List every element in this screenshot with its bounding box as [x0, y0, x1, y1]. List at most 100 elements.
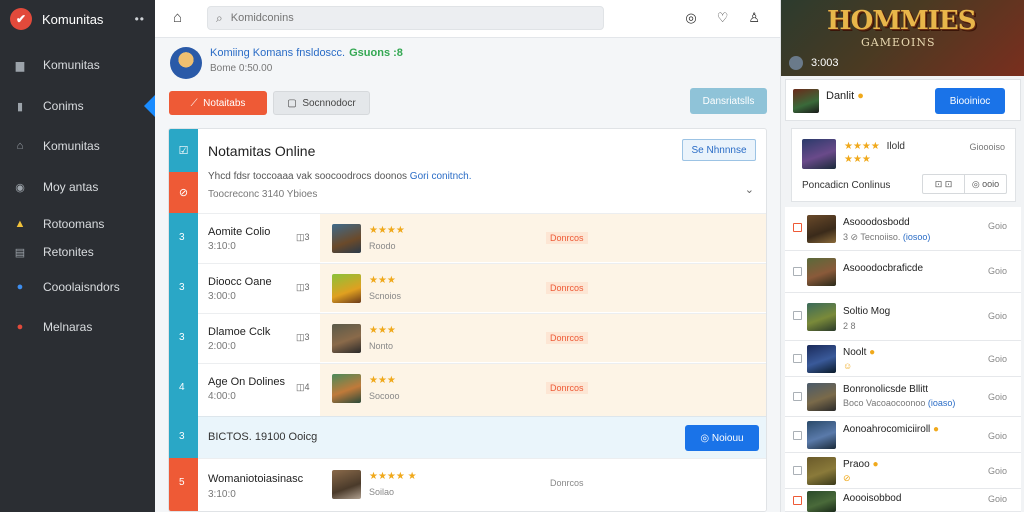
- list-item[interactable]: Bonronolicsde Bllitt Boco Vacoaocoonoo (…: [785, 377, 1021, 417]
- game-thumbnail: [807, 457, 836, 485]
- game-thumbnail[interactable]: [332, 274, 361, 303]
- description-link[interactable]: Gori conitnch.: [410, 171, 472, 182]
- list-sub: ⊘: [843, 473, 851, 483]
- list-checkbox[interactable]: [793, 267, 802, 276]
- featured-button[interactable]: Biooinioc: [935, 88, 1005, 114]
- user-icon[interactable]: ♙: [748, 10, 760, 26]
- summary-button[interactable]: ◎ Noiouu: [685, 425, 759, 451]
- list-sub-text: 2 8: [843, 321, 856, 331]
- row-tag: Donrcos: [546, 332, 588, 344]
- home-icon[interactable]: ⌂: [173, 9, 182, 26]
- sidebar-item-label: Melnaras: [43, 320, 93, 334]
- brand-title: Komunitas: [42, 11, 104, 27]
- sidebar-brand[interactable]: ✔ Komunitas ••: [0, 0, 155, 38]
- sidebar-item-conims[interactable]: ▮ Conims: [0, 92, 156, 120]
- list-checkbox[interactable]: [793, 392, 802, 401]
- table-row[interactable]: 3 Dioocc Oane 3:00:0 ◫3 ★★★ Scnoios Donr…: [179, 263, 766, 312]
- row-tag: Donrcos: [546, 232, 588, 244]
- list-sub-link[interactable]: (iosoo): [903, 232, 931, 242]
- game-thumbnail[interactable]: [332, 324, 361, 353]
- sidebar-item-komunitas-2[interactable]: ⌂ Komunitas: [0, 132, 155, 160]
- list-name: Asooodosbodd: [843, 217, 910, 228]
- list-item[interactable]: Aoooisobbod Goio: [785, 489, 1021, 512]
- list-item[interactable]: Aonoahrocomiciiroll ● Goio: [785, 417, 1021, 453]
- table-row[interactable]: 5 Womaniotoiasinasc 3:10:0 ★★★★ ★ Soilao…: [179, 458, 766, 511]
- sidebar-item-moy-antas[interactable]: ◉ Moy antas: [0, 173, 155, 201]
- rating-stars: ★★★★ Ilold: [844, 141, 905, 152]
- checkbox-icon[interactable]: ☑: [169, 129, 198, 172]
- block-icon[interactable]: ⊘: [169, 172, 198, 213]
- coin-icon: ●: [869, 347, 876, 358]
- list-checkbox[interactable]: [793, 311, 802, 320]
- control-right[interactable]: ◎ ooio: [964, 175, 1006, 193]
- list-item[interactable]: Asooodocbraficde Goio: [785, 251, 1021, 293]
- row-id: 3:10:0: [208, 489, 236, 500]
- more-icon[interactable]: ••: [135, 12, 145, 26]
- table-row[interactable]: 3 Dlamoe Cclk 2:00:0 ◫3 ★★★ Nonto Donrco…: [179, 313, 766, 362]
- table-row[interactable]: 3 Aomite Colio 3:10:0 ◫3 ★★★★ Roodo Donr…: [179, 213, 766, 262]
- list-checkbox[interactable]: [793, 496, 802, 505]
- list-checkbox[interactable]: [793, 223, 802, 232]
- sidebar-item-label: Komunitas: [43, 58, 100, 72]
- profile-name[interactable]: Komiing Komans fnsldoscc.: [210, 47, 345, 59]
- sidebar-item-melnaras[interactable]: ● Melnaras: [0, 313, 155, 341]
- search-box[interactable]: ⌕: [207, 6, 604, 30]
- game-thumbnail[interactable]: [332, 224, 361, 253]
- sidebar-item-cooolaisndors[interactable]: ● Cooolaisndors: [0, 273, 155, 301]
- search-icon: ⌕: [216, 10, 223, 25]
- detail-control[interactable]: ⊡ ⊡ ◎ ooio: [922, 174, 1007, 194]
- list-sub-link[interactable]: (ioaso): [928, 398, 956, 408]
- list-item[interactable]: Soltio Mog 2 8 Goio: [785, 293, 1021, 341]
- list-item[interactable]: Asooodosbodd 3 ⊘ Tecnoiiso. (iosoo) Goio: [785, 207, 1021, 251]
- camera-icon[interactable]: ◎: [685, 10, 696, 26]
- right-action-button[interactable]: Dansriatslls: [690, 88, 767, 114]
- primary-action-button[interactable]: ⟋ Notaitabs: [169, 91, 267, 115]
- secondary-action-button[interactable]: ▢ Socnnodocr: [273, 91, 370, 115]
- avatar[interactable]: [170, 47, 202, 79]
- record-icon: ●: [16, 321, 24, 333]
- row-id: 2:00:0: [208, 341, 236, 352]
- brand-logo-icon: ✔: [10, 8, 32, 30]
- list-right: Goio: [987, 354, 1007, 364]
- row-side: ◫3: [296, 332, 310, 342]
- card-action-button[interactable]: Se Nhnnnse: [682, 139, 756, 161]
- search-input[interactable]: [230, 12, 571, 24]
- list-name: Soltio Mog: [843, 306, 891, 317]
- featured-card: Danlit ● Biooinioc: [785, 79, 1021, 121]
- list-item[interactable]: Praoo ● ⊘ Goio: [785, 453, 1021, 489]
- list-name: Asooodocbraficde: [843, 263, 924, 274]
- featured-title-text: Danlit: [826, 90, 855, 102]
- row-tag: Donrcos: [550, 478, 584, 488]
- sidebar-item-label: Rotoomans: [43, 217, 105, 231]
- heart-icon[interactable]: ♡: [717, 10, 729, 26]
- control-left[interactable]: ⊡ ⊡: [923, 175, 964, 193]
- sidebar-item-retonites[interactable]: ▤ Retonites: [0, 238, 155, 266]
- game-thumbnail[interactable]: [802, 139, 836, 169]
- row-side: ◫3: [296, 232, 310, 242]
- list-right: Goio: [987, 266, 1007, 276]
- game-thumbnail[interactable]: [332, 470, 361, 499]
- row-sub: Roodo: [369, 241, 396, 251]
- list-right: Goio: [987, 311, 1007, 321]
- sidebar-item-rotoomans[interactable]: ▲ Rotoomans: [0, 210, 155, 238]
- list-checkbox[interactable]: [793, 431, 802, 440]
- row-sub: Socooo: [369, 391, 400, 401]
- game-thumbnail[interactable]: [793, 89, 819, 113]
- list-name-text: Praoo: [843, 459, 870, 470]
- sidebar-item-label: Conims: [43, 99, 84, 113]
- chevron-down-icon[interactable]: ⌄: [745, 183, 754, 196]
- list-name: Aoooisobbod: [843, 493, 902, 504]
- row-name: Dlamoe Cclk: [208, 326, 271, 338]
- list-checkbox[interactable]: [793, 354, 802, 363]
- row-number: 3: [179, 282, 185, 293]
- list-right: Goio: [987, 466, 1007, 476]
- table-row[interactable]: 4 Age On Dolines 4:00:0 ◫4 ★★★ Socooo Do…: [179, 363, 766, 416]
- list-item[interactable]: Noolt ● ☺ Goio: [785, 341, 1021, 377]
- sidebar: ✔ Komunitas •• ▆ Komunitas ▮ Conims ⌂ Ko…: [0, 0, 156, 512]
- sidebar-item-komunitas[interactable]: ▆ Komunitas: [0, 51, 155, 79]
- list-checkbox[interactable]: [793, 466, 802, 475]
- banner-subtitle: GAMEOINS: [861, 36, 936, 49]
- row-tag: Donrcos: [546, 382, 588, 394]
- game-banner[interactable]: HOMMIES GAMEOINS 3:003: [781, 0, 1024, 76]
- game-thumbnail[interactable]: [332, 374, 361, 403]
